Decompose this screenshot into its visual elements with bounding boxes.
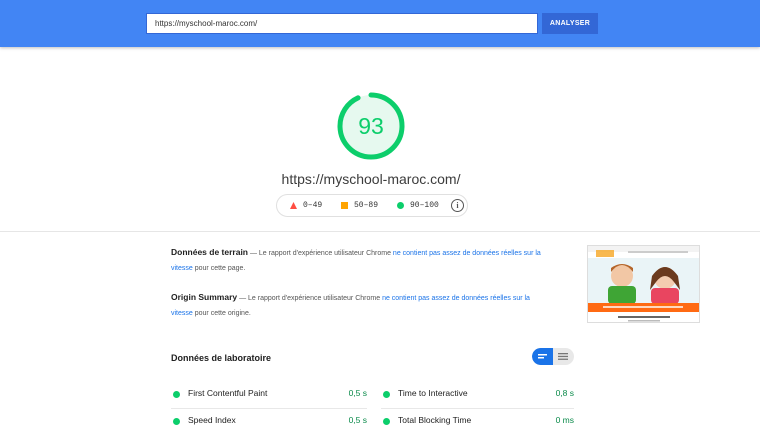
field-data-suffix: pour cette page. — [192, 265, 246, 272]
metric-name: Total Blocking Time — [398, 415, 472, 425]
metric-name: First Contentful Paint — [188, 388, 268, 398]
section-divider — [0, 231, 760, 232]
legend-fail-label: 0–49 — [303, 201, 323, 210]
pass-dot-icon — [383, 391, 390, 398]
metric-value: 0,8 s — [555, 388, 574, 398]
pass-dot-icon — [173, 418, 180, 425]
metric-name: Speed Index — [188, 415, 236, 425]
metric-value: 0 ms — [555, 415, 574, 425]
metric-value: 0,5 s — [348, 415, 367, 425]
metric-speed-index: Speed Index 0,5 s — [173, 414, 367, 430]
analyzed-url: https://myschool-maroc.com/ — [281, 171, 461, 187]
analyze-button[interactable]: ANALYSER — [542, 13, 598, 34]
metric-divider — [171, 408, 367, 409]
top-bar: https://myschool-maroc.com/ ANALYSER — [0, 0, 760, 47]
thumbnail-image — [588, 246, 699, 322]
metric-value: 0,5 s — [348, 388, 367, 398]
metric-first-contentful-paint: First Contentful Paint 0,5 s — [173, 387, 367, 403]
field-data-title: Données de terrain — [171, 247, 248, 257]
legend-average-label: 50–89 — [354, 201, 379, 210]
legend-pass-label: 90–100 — [410, 201, 439, 210]
pass-dot-icon — [173, 391, 180, 398]
info-icon[interactable]: i — [451, 199, 464, 212]
summary-view-toggle[interactable] — [532, 348, 553, 365]
origin-summary-title: Origin Summary — [171, 292, 238, 302]
origin-summary-prefix: — Le rapport d'expérience utilisateur Ch… — [237, 295, 383, 302]
summary-lines-icon — [538, 354, 547, 359]
pass-circle-icon — [397, 202, 404, 209]
average-square-icon — [341, 202, 348, 209]
metric-total-blocking-time: Total Blocking Time 0 ms — [383, 414, 574, 430]
origin-summary-suffix: pour cette origine. — [192, 310, 251, 317]
page-screenshot-thumbnail — [587, 245, 700, 323]
pass-dot-icon — [383, 418, 390, 425]
detail-lines-icon[interactable] — [553, 348, 574, 365]
metric-divider — [381, 408, 574, 409]
lab-data-title: Données de laboratoire — [171, 353, 272, 363]
url-input[interactable]: https://myschool-maroc.com/ — [146, 13, 538, 34]
field-data-prefix: — Le rapport d'expérience utilisateur Ch… — [248, 250, 393, 257]
origin-summary-section: Origin Summary — Le rapport d'expérience… — [171, 290, 543, 321]
field-data-section: Données de terrain — Le rapport d'expéri… — [171, 245, 543, 276]
metric-time-to-interactive: Time to Interactive 0,8 s — [383, 387, 574, 403]
score-legend: 0–49 50–89 90–100 i — [276, 194, 468, 217]
metric-name: Time to Interactive — [398, 388, 468, 398]
view-toggle[interactable] — [532, 348, 574, 365]
fail-triangle-icon — [290, 202, 297, 209]
score-value: 93 — [358, 113, 384, 139]
